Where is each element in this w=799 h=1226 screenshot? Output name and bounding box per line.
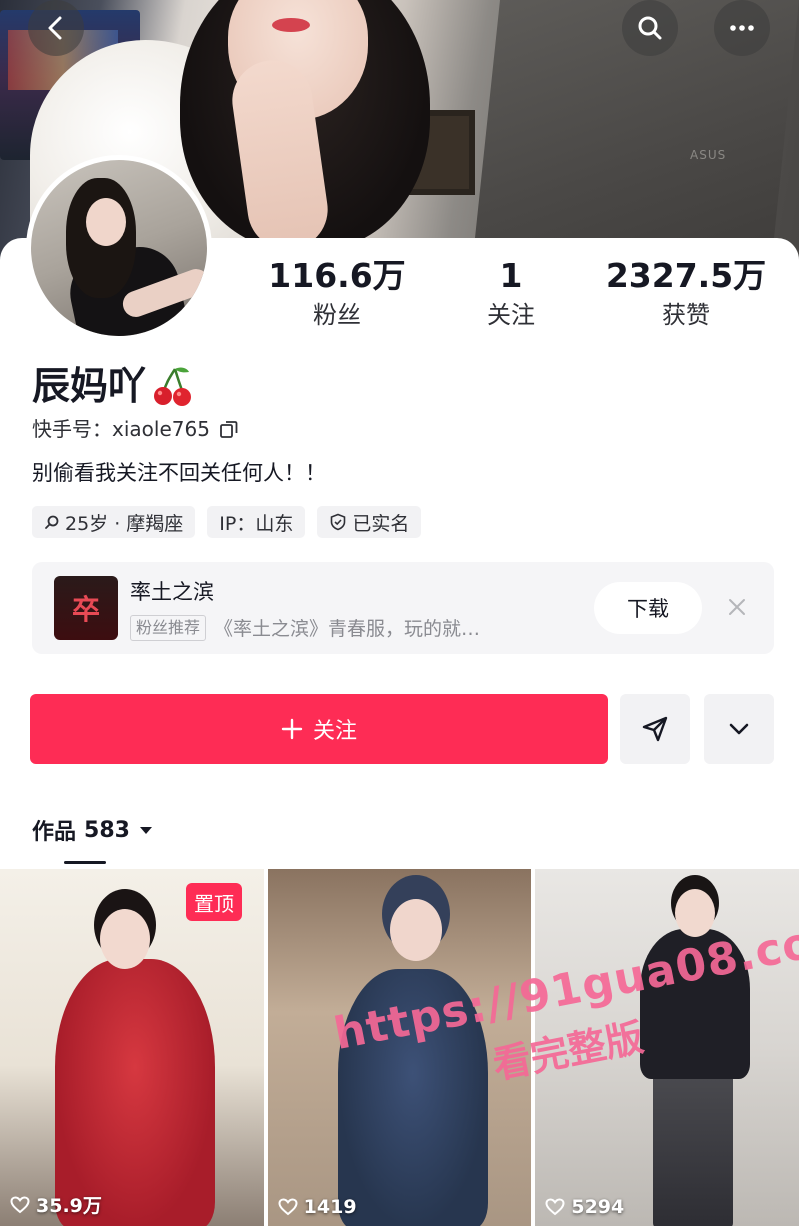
works-tab-indicator <box>64 861 106 864</box>
following-count: 1 <box>499 256 523 295</box>
following-stat[interactable]: 1 关注 <box>446 256 576 332</box>
game-promo-subtitle: 粉丝推荐 《率土之滨》青春服，玩的就… <box>130 614 480 641</box>
work-likes: 5294 <box>545 1196 624 1218</box>
back-arrow-icon <box>48 16 62 40</box>
work-tile[interactable]: 1419 <box>267 869 532 1226</box>
tag-ip: IP：山东 <box>207 506 306 538</box>
user-id-label: 快手号：xiaole765 <box>32 417 210 441</box>
more-actions-button[interactable] <box>704 694 774 764</box>
followers-label: 粉丝 <box>313 301 361 329</box>
download-button[interactable]: 下载 <box>594 582 702 634</box>
back-button[interactable] <box>28 0 84 56</box>
share-button[interactable] <box>620 694 690 764</box>
fan-recommend-badge: 粉丝推荐 <box>130 614 207 641</box>
heart-icon <box>10 1195 30 1213</box>
cherry-icon <box>150 363 196 409</box>
works-tab-label: 作品 <box>32 820 77 845</box>
likes-stat[interactable]: 2327.5万 获赞 <box>596 256 776 332</box>
profile-name: 辰妈吖 <box>32 362 196 410</box>
close-promo-button[interactable] <box>722 592 752 622</box>
work-likes: 1419 <box>278 1196 357 1218</box>
game-promo-thumbnail: 卒 <box>54 576 118 640</box>
followers-stat[interactable]: 116.6万 粉丝 <box>252 256 422 332</box>
plus-icon <box>281 718 303 740</box>
more-button[interactable] <box>714 0 770 56</box>
follow-button-label: 关注 <box>312 719 357 744</box>
user-id-row: 快手号：xiaole765 <box>32 415 240 443</box>
search-small-icon <box>45 515 59 529</box>
work-likes: 35.9万 <box>10 1191 102 1218</box>
caret-down-icon <box>139 827 152 834</box>
tag-verified: 已实名 <box>317 506 422 538</box>
game-promo-title: 率土之滨 <box>130 580 214 604</box>
chevron-down-icon <box>729 723 749 735</box>
work-tile[interactable]: 置顶 35.9万 <box>0 869 264 1226</box>
works-grid: 置顶 35.9万 1419 5294 <box>0 869 799 1226</box>
heart-icon <box>278 1198 298 1216</box>
send-icon <box>642 716 668 742</box>
profile-tags: 25岁 · 摩羯座 IP：山东 已实名 <box>32 506 422 538</box>
verified-shield-icon <box>331 513 346 531</box>
likes-label: 获赞 <box>662 301 710 329</box>
search-button[interactable] <box>622 0 678 56</box>
tag-age: 25岁 · 摩羯座 <box>32 506 196 538</box>
follow-button[interactable]: 关注 <box>30 694 608 764</box>
followers-count: 116.6万 <box>268 256 406 295</box>
work-tile[interactable]: 5294 <box>535 869 799 1226</box>
heart-icon <box>545 1198 565 1216</box>
profile-name-text: 辰妈吖 <box>32 364 147 408</box>
likes-count: 2327.5万 <box>605 256 767 295</box>
more-icon <box>730 25 754 31</box>
pinned-badge: 置顶 <box>186 883 242 921</box>
following-label: 关注 <box>487 301 535 329</box>
search-icon <box>638 16 662 40</box>
copy-icon[interactable] <box>218 418 240 440</box>
profile-bio: 别偷看我关注不回关任何人！！ <box>32 461 326 485</box>
game-promo-card[interactable]: 卒 率土之滨 粉丝推荐 《率土之滨》青春服，玩的就… 下载 <box>32 562 774 654</box>
avatar[interactable] <box>26 155 212 341</box>
close-icon <box>729 599 745 615</box>
works-count: 583 <box>84 817 130 843</box>
works-tab[interactable]: 作品 583 <box>32 814 154 846</box>
game-promo-desc: 《率土之滨》青春服，玩的就… <box>214 618 481 640</box>
